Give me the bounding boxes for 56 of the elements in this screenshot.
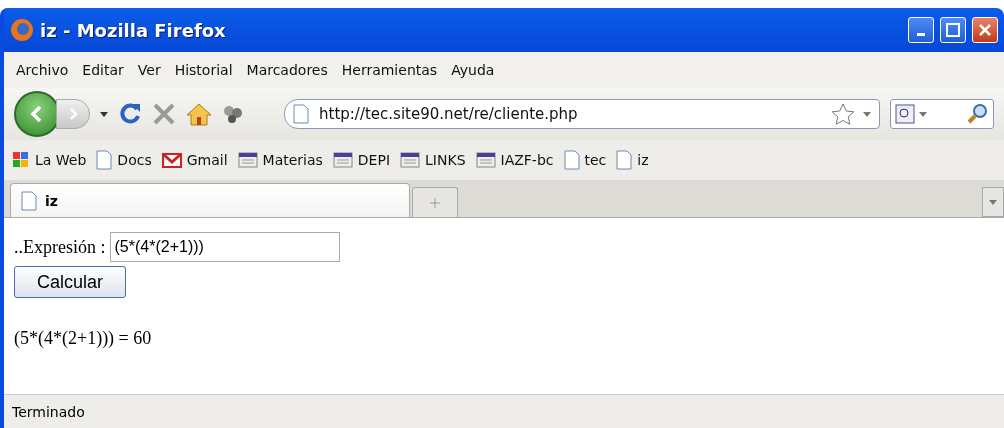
- bookmark-link[interactable]: La Web: [12, 151, 87, 169]
- firefox-logo-icon: [10, 18, 34, 42]
- star-icon[interactable]: [831, 103, 855, 125]
- browser-tab[interactable]: iz: [10, 183, 410, 217]
- circles-icon[interactable]: [222, 104, 244, 124]
- dropdown-arrow-icon: [989, 199, 997, 205]
- mail-icon: [161, 152, 182, 168]
- menu-item[interactable]: Ver: [133, 60, 165, 80]
- page-icon: [21, 190, 37, 211]
- menu-item[interactable]: Historial: [170, 60, 237, 80]
- close-icon: [978, 23, 992, 37]
- home-icon[interactable]: [186, 102, 212, 126]
- calculate-button[interactable]: Calcular: [14, 266, 126, 298]
- page-icon: [616, 150, 633, 170]
- window-title: iz - Mozilla Firefox: [40, 19, 227, 41]
- menu-item[interactable]: Archivo: [12, 60, 73, 80]
- minimize-button[interactable]: [908, 17, 934, 43]
- page-icon: [563, 150, 580, 170]
- address-field[interactable]: http://tec.site90.net/re/cliente.php: [317, 104, 823, 124]
- right-chevron-icon: [67, 107, 79, 121]
- bookmark-link[interactable]: iz: [616, 150, 649, 170]
- address-bar[interactable]: http://tec.site90.net/re/cliente.php: [284, 99, 880, 129]
- expression-label: ..Expresión :: [14, 236, 106, 258]
- list-window-icon: [400, 152, 421, 168]
- search-engine-icon[interactable]: [895, 104, 915, 124]
- list-window-icon: [475, 152, 496, 168]
- colored-squares-icon: [12, 151, 30, 169]
- plus-icon: [429, 196, 441, 209]
- bookmark-link[interactable]: Gmail: [161, 152, 228, 168]
- bookmark-link[interactable]: Materias: [237, 152, 323, 168]
- minimize-icon: [917, 32, 925, 36]
- maximize-icon: [946, 23, 960, 37]
- bookmark-link[interactable]: LINKS: [400, 152, 466, 168]
- list-window-icon: [332, 152, 353, 168]
- close-button[interactable]: [972, 17, 998, 43]
- menu-item[interactable]: Herramientas: [337, 60, 442, 80]
- status-text: Terminado: [12, 403, 85, 420]
- page-icon: [293, 104, 309, 124]
- list-window-icon: [237, 152, 258, 168]
- tab-list-button[interactable]: [982, 187, 1004, 217]
- menu-item[interactable]: Ayuda: [447, 60, 499, 80]
- reload-icon[interactable]: [118, 102, 142, 126]
- bookmark-link[interactable]: DEPI: [332, 152, 391, 168]
- bookmark-link[interactable]: tec: [563, 150, 607, 170]
- dropdown-arrow-icon[interactable]: [100, 111, 108, 117]
- stop-icon[interactable]: [152, 102, 176, 126]
- expression-field[interactable]: (5*(4*(2+1))): [109, 232, 340, 262]
- search-icon[interactable]: [967, 103, 989, 125]
- menu-item[interactable]: Editar: [78, 60, 128, 80]
- bookmark-link[interactable]: IAZF-bc: [475, 152, 554, 168]
- menu-item[interactable]: Marcadores: [242, 60, 332, 80]
- page-icon: [96, 150, 113, 170]
- bookmark-link[interactable]: Docs: [96, 150, 152, 170]
- result-text: (5*(4*(2+1))) = 60: [14, 328, 153, 349]
- search-field[interactable]: [890, 99, 994, 129]
- maximize-button[interactable]: [940, 17, 966, 43]
